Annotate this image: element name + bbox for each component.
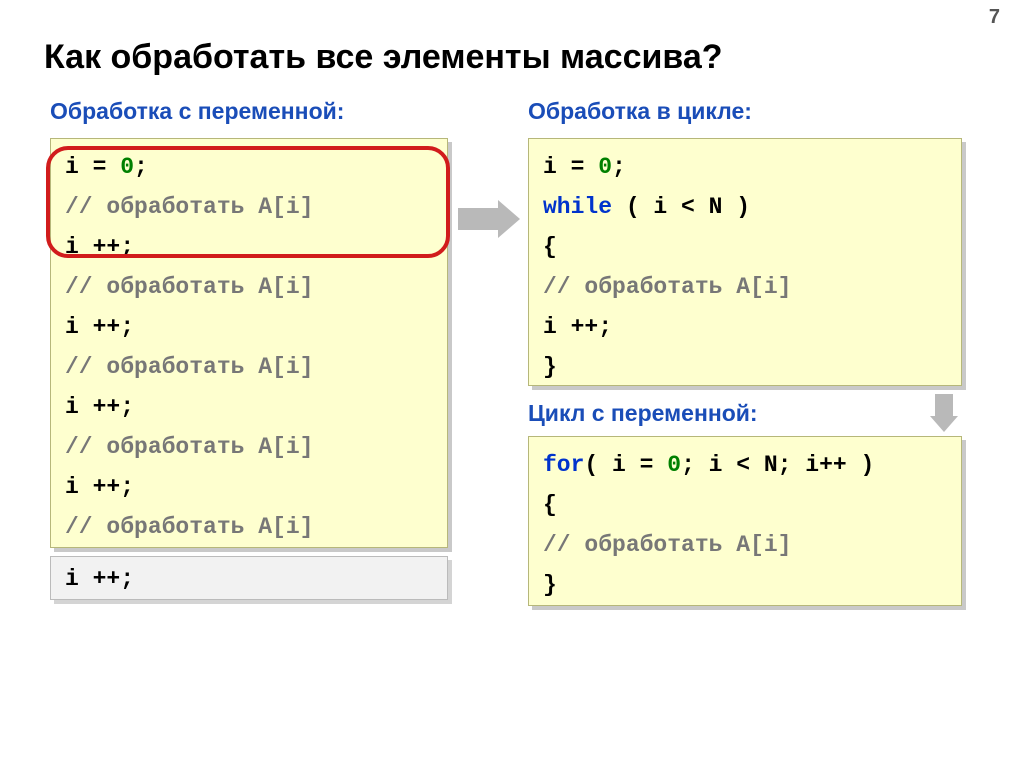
t: // обработать A[i] — [65, 427, 433, 467]
t: for — [543, 452, 584, 478]
t: // обработать A[i] — [543, 267, 947, 307]
subtitle-variable: Обработка с переменной: — [50, 98, 344, 125]
t: ; i < N; i++ ) — [681, 452, 874, 478]
t: // обработать A[i] — [543, 525, 947, 565]
page-title: Как обработать все элементы массива? — [44, 38, 723, 77]
t: while — [543, 194, 612, 220]
code-box-while: i = 0; while ( i < N ) { // обработать A… — [528, 138, 962, 386]
t: // обработать A[i] — [65, 507, 433, 547]
t: { — [543, 485, 947, 525]
t: 0 — [667, 452, 681, 478]
arrow-right-icon — [458, 200, 520, 238]
t: i ++; — [65, 387, 433, 427]
t: i ++; — [543, 307, 947, 347]
t: } — [543, 347, 947, 387]
t: i = — [65, 154, 120, 180]
t: { — [543, 227, 947, 267]
t: } — [543, 565, 947, 605]
t: ; — [612, 154, 626, 180]
t: i = — [543, 154, 598, 180]
t: ; — [134, 154, 148, 180]
t: ( i < N ) — [612, 194, 750, 220]
t: 0 — [598, 154, 612, 180]
code-box-for: for( i = 0; i < N; i++ ) { // обработать… — [528, 436, 962, 606]
t: // обработать A[i] — [65, 347, 433, 387]
subtitle-while: Обработка в цикле: — [528, 98, 752, 125]
t: i ++; — [65, 227, 433, 267]
arrow-down-icon — [930, 394, 958, 432]
subtitle-for: Цикл с переменной: — [528, 400, 758, 427]
t: i ++; — [65, 307, 433, 347]
t: 0 — [120, 154, 134, 180]
t: i ++; — [65, 467, 433, 507]
t: // обработать A[i] — [65, 187, 433, 227]
t: // обработать A[i] — [65, 267, 433, 307]
page-number: 7 — [989, 6, 1000, 29]
code-box-extra: i ++; — [50, 556, 448, 600]
code-box-variable: i = 0; // обработать A[i] i ++; // обраб… — [50, 138, 448, 548]
t: ( i = — [584, 452, 667, 478]
t: i ++; — [65, 559, 433, 599]
